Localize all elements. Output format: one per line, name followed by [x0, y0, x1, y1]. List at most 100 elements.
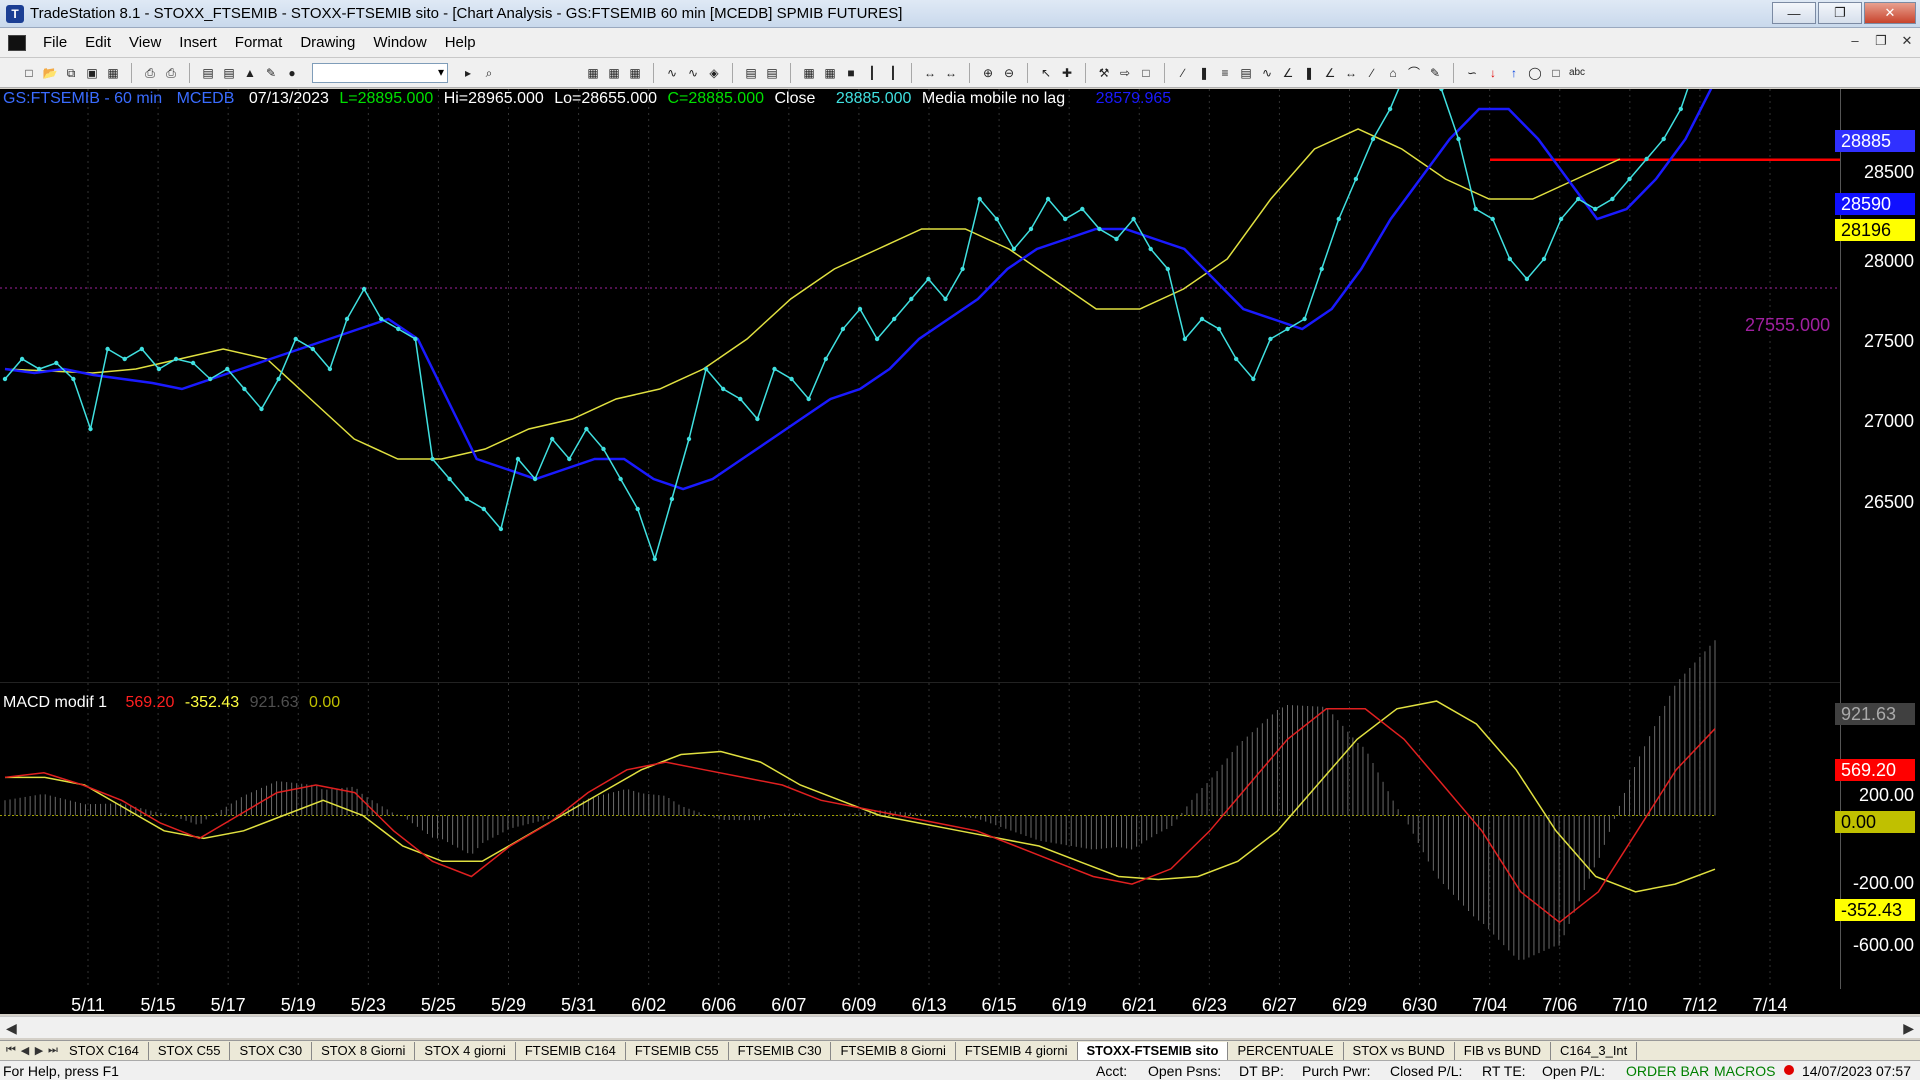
tab-ftsemib-4-giorni[interactable]: FTSEMIB 4 giorni: [956, 1041, 1078, 1060]
menu-insert[interactable]: Insert: [170, 34, 226, 51]
chart-analysis-window[interactable]: GS:FTSEMIB - 60 min MCEDB 07/13/2023 L=2…: [0, 89, 1920, 1014]
arrows-icon[interactable]: ↔: [1342, 64, 1360, 82]
curve-icon[interactable]: ∽: [1463, 64, 1481, 82]
mdi-close-icon[interactable]: ✕: [1898, 33, 1916, 49]
tab-ftsemib-c30[interactable]: FTSEMIB C30: [729, 1041, 832, 1060]
export-icon[interactable]: ⇨: [1116, 64, 1134, 82]
tab-prev-icon[interactable]: ◀: [18, 1044, 32, 1057]
trendline-icon[interactable]: ∕: [1174, 64, 1192, 82]
open-icon[interactable]: 📂: [41, 64, 59, 82]
macros-button[interactable]: MACROS: [1714, 1063, 1775, 1079]
grid2-icon[interactable]: ▦: [605, 64, 623, 82]
tab-ftsemib-c55[interactable]: FTSEMIB C55: [626, 1041, 729, 1060]
horizontal-lines-icon[interactable]: ≡: [1216, 64, 1234, 82]
tab-next-icon[interactable]: ▶: [32, 1044, 46, 1057]
menu-drawing[interactable]: Drawing: [291, 34, 364, 51]
angle-icon[interactable]: ∠: [1321, 64, 1339, 82]
crosshair-icon[interactable]: ✚: [1058, 64, 1076, 82]
print-icon[interactable]: ⎙: [141, 64, 159, 82]
play-icon[interactable]: ▸: [459, 64, 477, 82]
bar2-icon[interactable]: ┃: [884, 64, 902, 82]
tab-ftsemib-8-giorni[interactable]: FTSEMIB 8 Giorni: [831, 1041, 956, 1060]
scroll-left-icon[interactable]: ◀: [6, 1020, 17, 1037]
menu-help[interactable]: Help: [436, 34, 485, 51]
mdi-minimize-icon[interactable]: –: [1846, 33, 1864, 49]
scroll-right-icon[interactable]: ▶: [1903, 1020, 1914, 1037]
fan-icon[interactable]: ∠: [1279, 64, 1297, 82]
bar-date-label: 07/13/2023: [248, 90, 329, 107]
menu-view[interactable]: View: [120, 34, 170, 51]
mdi-restore-icon[interactable]: ❐: [1872, 33, 1890, 49]
chart-style-icon[interactable]: ∿: [663, 64, 681, 82]
scanner-icon[interactable]: ▦: [821, 64, 839, 82]
symbol-combo[interactable]: [312, 62, 448, 83]
tab-fib-vs-bund[interactable]: FIB vs BUND: [1455, 1041, 1552, 1060]
parallel-icon[interactable]: ∕: [1363, 64, 1381, 82]
order-bar-button[interactable]: ORDER BAR: [1626, 1063, 1709, 1079]
minimize-button[interactable]: —: [1772, 2, 1816, 24]
channel-icon[interactable]: ▤: [1237, 64, 1255, 82]
vertical-lines-icon[interactable]: ❚: [1195, 64, 1213, 82]
close-button[interactable]: ✕: [1864, 2, 1916, 24]
arc-icon[interactable]: ⌒: [1405, 64, 1423, 82]
up-arrow-icon[interactable]: ↑: [1505, 64, 1523, 82]
horizontal-scrollbar[interactable]: ◀ ▶: [0, 1016, 1920, 1038]
tools-icon[interactable]: ⚒: [1095, 64, 1113, 82]
tab-c164-3-int[interactable]: C164_3_Int: [1551, 1041, 1638, 1060]
menu-edit[interactable]: Edit: [76, 34, 120, 51]
andrews-icon[interactable]: ⌂: [1384, 64, 1402, 82]
tab-stox-8-giorni[interactable]: STOX 8 Giorni: [312, 1041, 416, 1060]
drawing-icon[interactable]: ✎: [262, 64, 280, 82]
tab-ftsemib-c164[interactable]: FTSEMIB C164: [516, 1041, 626, 1060]
search-icon[interactable]: ⌕: [480, 64, 498, 82]
tab-stox-c164[interactable]: STOX C164: [60, 1041, 149, 1060]
globe-icon[interactable]: ●: [283, 64, 301, 82]
zoom-out-icon[interactable]: ⊖: [1000, 64, 1018, 82]
tab-last-icon[interactable]: ⏭: [46, 1044, 60, 1057]
fibonacci-icon[interactable]: ∿: [1258, 64, 1276, 82]
gann-icon[interactable]: ❚: [1300, 64, 1318, 82]
chart-canvas[interactable]: [0, 89, 1920, 1014]
paste-icon[interactable]: ▣: [83, 64, 101, 82]
table-icon[interactable]: ▦: [626, 64, 644, 82]
matrix-icon[interactable]: ■: [842, 64, 860, 82]
pointer-icon[interactable]: ↖: [1037, 64, 1055, 82]
signal-value: -352.43: [184, 694, 240, 711]
menu-file[interactable]: File: [34, 34, 76, 51]
print-preview-icon[interactable]: ⎙: [162, 64, 180, 82]
zoom-in-icon[interactable]: ⊕: [979, 64, 997, 82]
save-icon[interactable]: ▦: [104, 64, 122, 82]
strategy-icon[interactable]: ◈: [705, 64, 723, 82]
tab-stox-c55[interactable]: STOX C55: [149, 1041, 231, 1060]
lock-icon[interactable]: ▲: [241, 64, 259, 82]
copy-icon[interactable]: ⧉: [62, 64, 80, 82]
text-icon[interactable]: abc: [1568, 64, 1586, 82]
bar-icon[interactable]: ┃: [863, 64, 881, 82]
tab-stox-vs-bund[interactable]: STOX vs BUND: [1344, 1041, 1455, 1060]
window-list-icon[interactable]: ▤: [220, 64, 238, 82]
new-icon[interactable]: □: [20, 64, 38, 82]
menu-window[interactable]: Window: [364, 34, 435, 51]
data-icon[interactable]: ▤: [763, 64, 781, 82]
price-point: [327, 366, 333, 372]
expand-icon[interactable]: ↔: [942, 64, 960, 82]
ellipse-icon[interactable]: ◯: [1526, 64, 1544, 82]
tab-percentuale[interactable]: PERCENTUALE: [1228, 1041, 1344, 1060]
format-icon[interactable]: ▤: [742, 64, 760, 82]
note-icon[interactable]: □: [1137, 64, 1155, 82]
indicator-icon[interactable]: ∿: [684, 64, 702, 82]
restore-button[interactable]: ❐: [1818, 2, 1862, 24]
window-icon[interactable]: ▤: [199, 64, 217, 82]
tab-stox-c30[interactable]: STOX C30: [230, 1041, 313, 1060]
menu-format[interactable]: Format: [226, 34, 292, 51]
tab-stoxx-ftsemib-sito[interactable]: STOXX-FTSEMIB sito: [1077, 1041, 1229, 1060]
rectangle-icon[interactable]: □: [1547, 64, 1565, 82]
down-arrow-icon[interactable]: ↓: [1484, 64, 1502, 82]
tab-stox-4-giorni[interactable]: STOX 4 giorni: [415, 1041, 516, 1060]
tab-first-icon[interactable]: ⏮: [4, 1044, 18, 1057]
radar-icon[interactable]: ▦: [800, 64, 818, 82]
grid-icon[interactable]: ▦: [584, 64, 602, 82]
chart-doc-icon[interactable]: [8, 34, 26, 51]
compress-icon[interactable]: ↔: [921, 64, 939, 82]
freehand-icon[interactable]: ✎: [1426, 64, 1444, 82]
